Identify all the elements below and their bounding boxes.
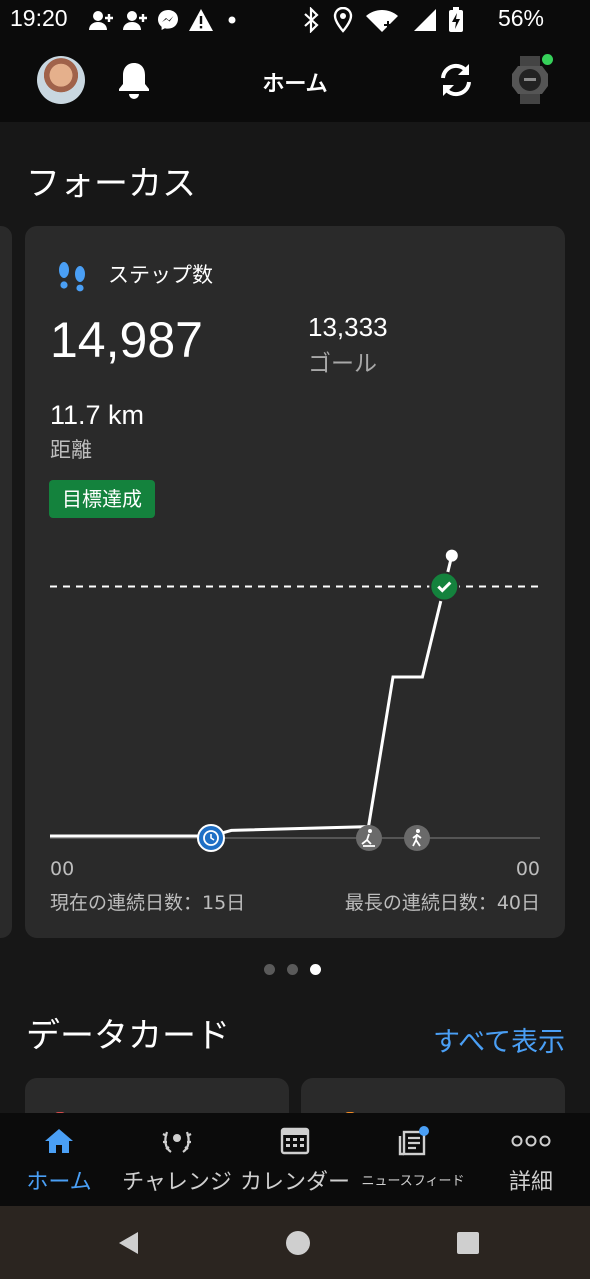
goal-value: 13,333 <box>308 312 388 342</box>
warning-icon <box>189 9 213 31</box>
laurel-icon <box>162 1131 192 1153</box>
home-icon <box>45 1129 73 1153</box>
longest-streak: 最長の連続日数：40日 <box>344 892 540 914</box>
newsfeed-icon <box>398 1126 429 1156</box>
messenger-icon <box>158 10 178 30</box>
app-header: ホーム <box>0 40 590 122</box>
steps-value: 14,987 <box>50 312 203 368</box>
nav-label: カレンダー <box>239 1170 350 1195</box>
system-nav-bar <box>0 1206 590 1279</box>
pager-dot[interactable] <box>264 964 275 975</box>
battery-percent: 56% <box>497 5 544 31</box>
person-add-icon <box>123 11 147 30</box>
battery-charging-icon <box>449 7 463 32</box>
recents-icon[interactable] <box>456 1231 480 1255</box>
nav-label: チャレンジ <box>122 1170 232 1195</box>
bluetooth-icon <box>304 7 319 33</box>
goal-achieved-badge: 目標達成 <box>49 480 155 518</box>
system-icons <box>300 7 464 33</box>
watch-connected-indicator <box>542 54 553 65</box>
current-point <box>445 549 458 562</box>
data-cards-section-title: データカード <box>26 1016 230 1056</box>
goal-reached-marker <box>429 571 460 602</box>
nav-challenge[interactable]: チャレンジ <box>118 1113 236 1206</box>
axis-start-label: 00 <box>50 858 75 880</box>
status-bar: 19:20 56% <box>0 0 590 40</box>
steps-series-line <box>50 555 454 838</box>
status-time: 19:20 <box>10 5 68 31</box>
nav-label: ホーム <box>26 1170 92 1195</box>
bottom-nav: ホーム チャレンジ カレンダー ニュースフィード 詳細 <box>0 1113 590 1206</box>
person-add-icon <box>89 11 113 30</box>
carousel-pager[interactable] <box>264 964 321 975</box>
goal-label: ゴール <box>308 351 377 377</box>
elliptical-activity-icon <box>356 825 382 851</box>
steps-chart <box>50 549 540 852</box>
see-all-link[interactable]: すべて表示 <box>433 1020 565 1059</box>
nav-label: ニュースフィード <box>361 1174 465 1189</box>
calendar-icon <box>280 1127 310 1155</box>
pager-dot[interactable] <box>287 964 298 975</box>
nav-home[interactable]: ホーム <box>18 1113 100 1206</box>
wifi-icon <box>366 10 398 32</box>
home-circle-icon[interactable] <box>284 1229 312 1257</box>
current-streak: 現在の連続日数：15日 <box>50 892 246 914</box>
sleep-alarm-icon <box>197 824 225 852</box>
card-label: ステップ数 <box>108 263 213 287</box>
nav-calendar[interactable]: カレンダー <box>236 1113 354 1206</box>
walking-activity-icon <box>404 825 430 851</box>
previous-card-peek[interactable] <box>0 226 12 938</box>
steps-card[interactable]: ステップ数 14,987 13,333 ゴール 11.7 km 距離 目標達成 … <box>25 226 565 938</box>
distance-label: 距離 <box>50 438 92 462</box>
axis-end-label: 00 <box>515 858 540 880</box>
nav-label: 詳細 <box>508 1170 553 1195</box>
distance-value: 11.7 km <box>50 400 145 430</box>
back-icon[interactable] <box>116 1230 142 1256</box>
more-icon <box>511 1135 551 1147</box>
location-icon <box>333 7 353 33</box>
pager-dot-active[interactable] <box>310 964 321 975</box>
page-title: ホーム <box>262 72 328 97</box>
footsteps-icon <box>59 262 85 292</box>
nav-newsfeed[interactable]: ニュースフィード <box>356 1113 470 1206</box>
signal-icon <box>414 9 436 31</box>
notification-icons <box>88 8 242 32</box>
focus-section-title: フォーカス <box>26 164 196 204</box>
sync-icon[interactable] <box>436 61 476 99</box>
nav-more[interactable]: 詳細 <box>494 1113 568 1206</box>
dot-icon <box>228 16 236 24</box>
